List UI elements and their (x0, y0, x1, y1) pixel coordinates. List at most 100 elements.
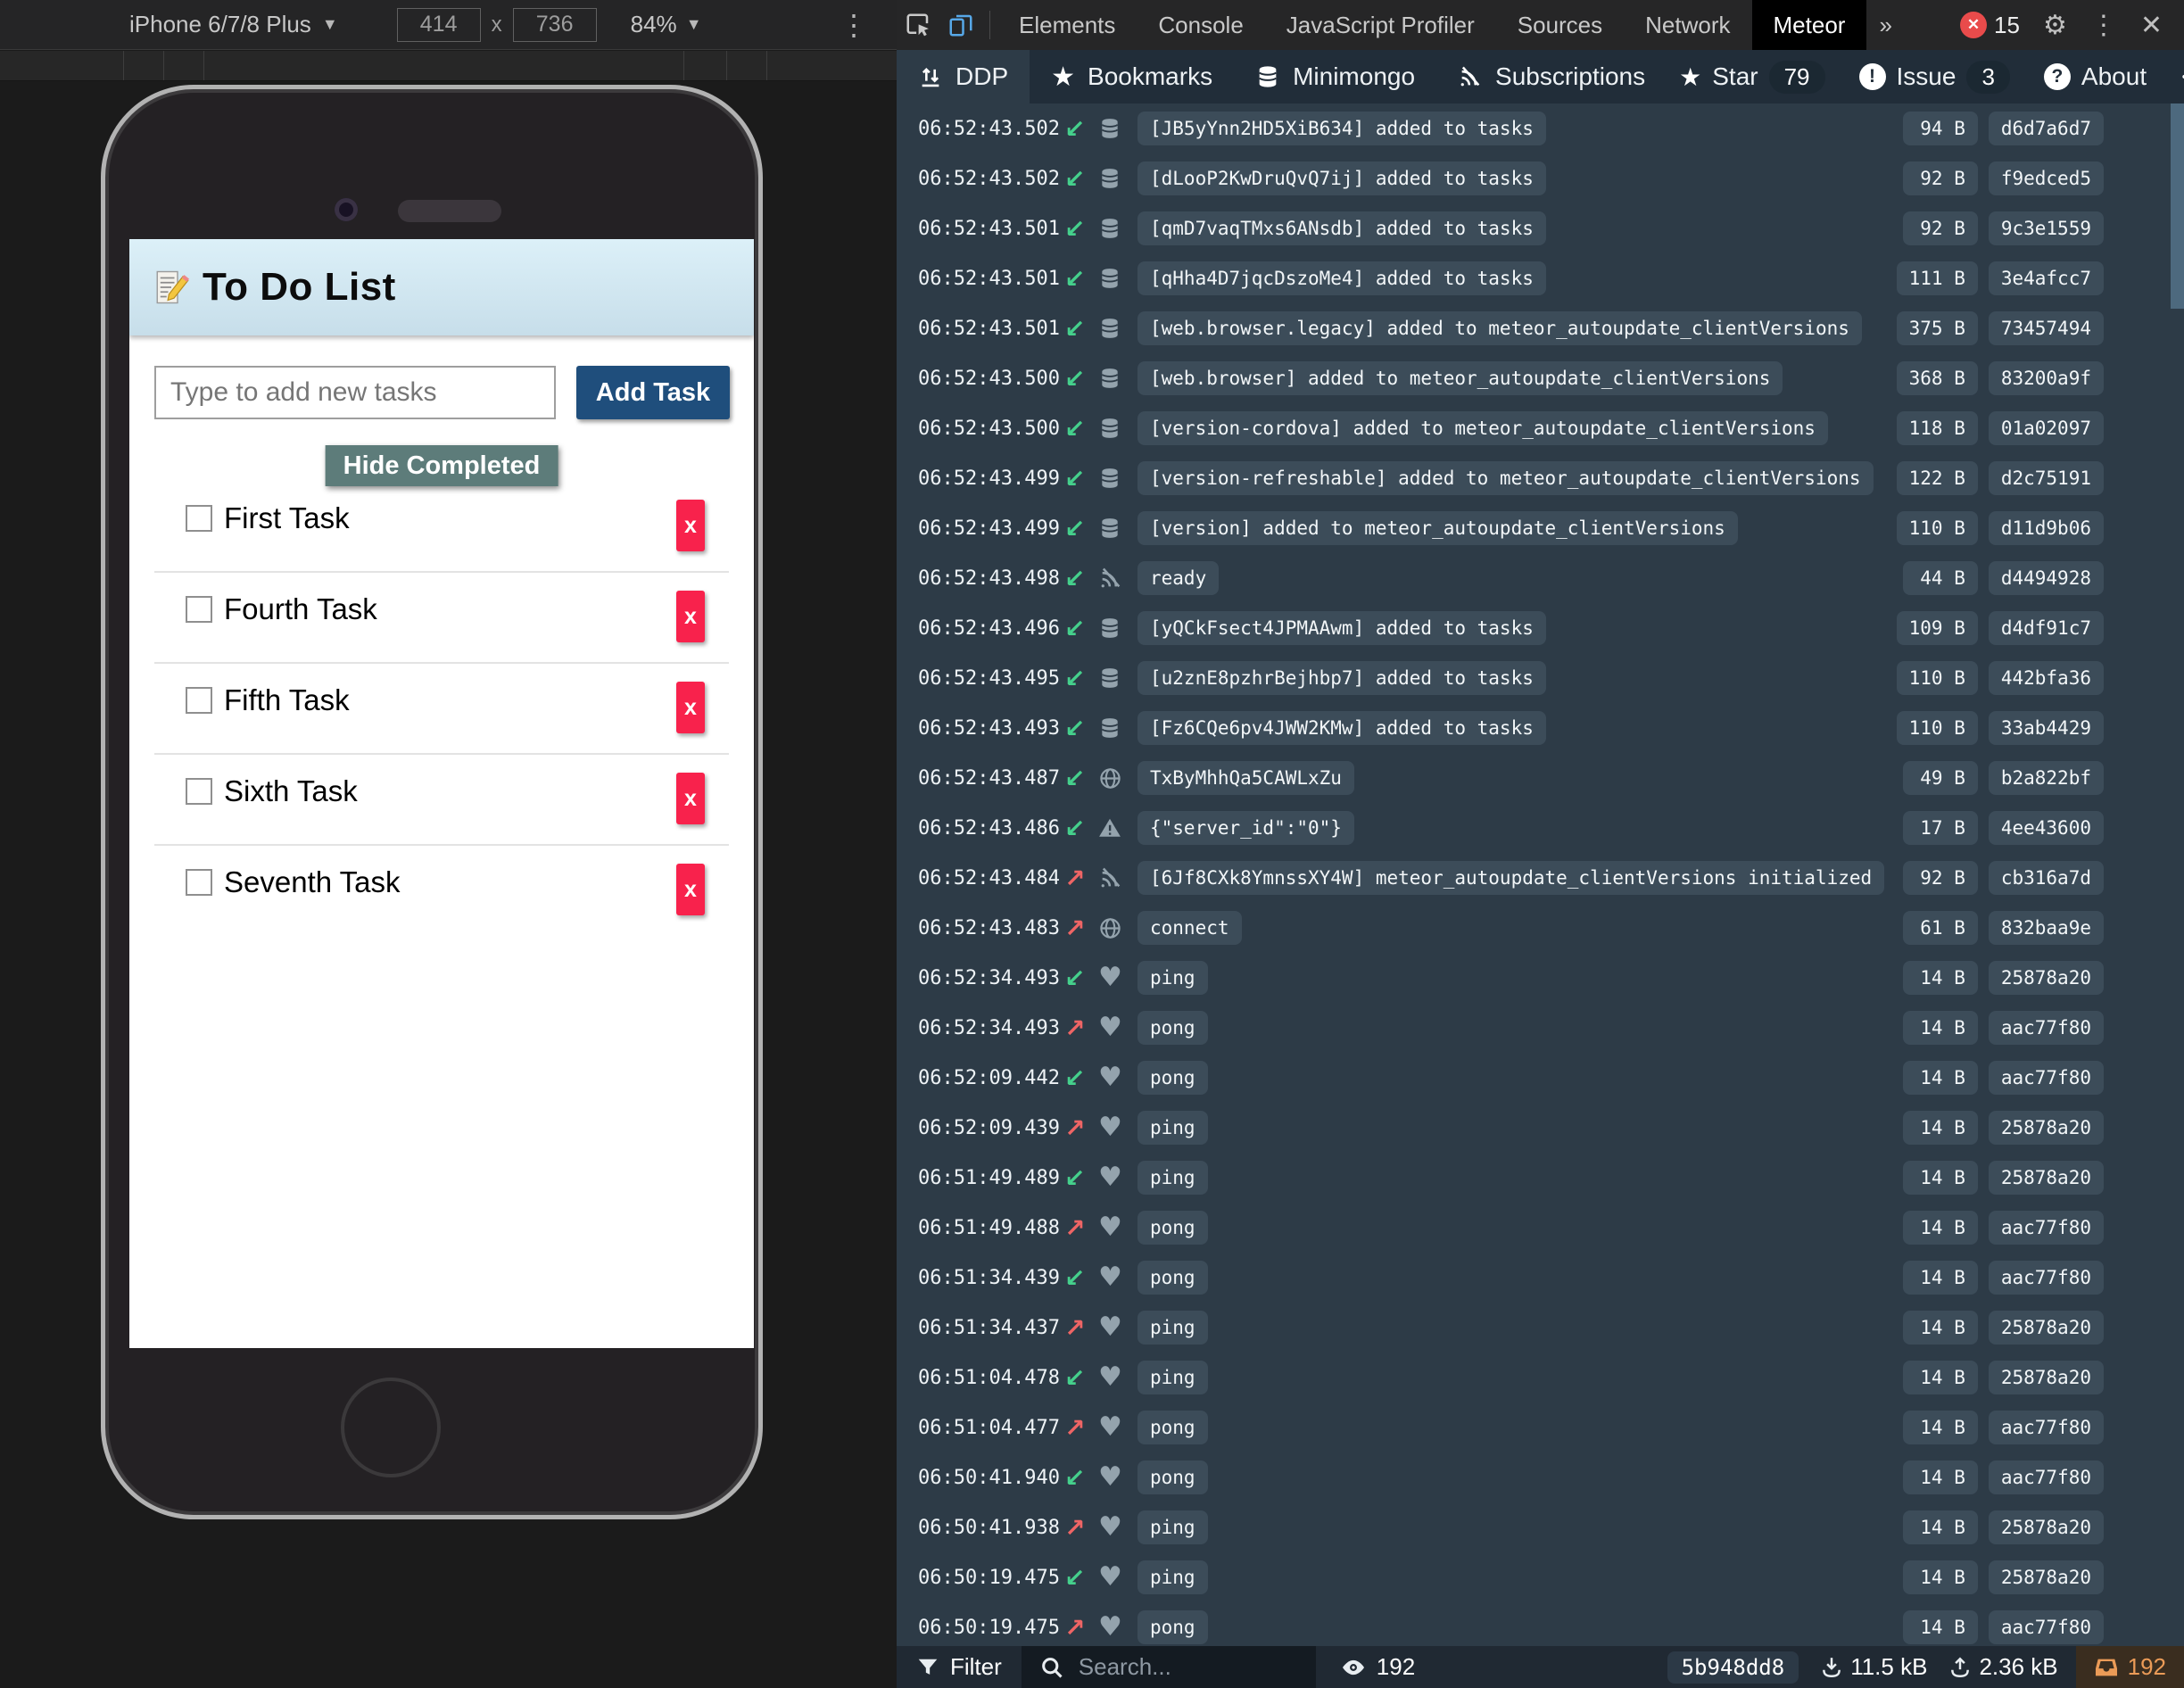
ddp-log-row[interactable]: 06:52:09.439↗♥ping14 B25878a20 (897, 1103, 2184, 1153)
message-chip[interactable]: ping (1138, 1161, 1208, 1195)
meteor-link-about[interactable]: ?About (2031, 62, 2159, 91)
meteor-tab-subscriptions[interactable]: Subscriptions (1436, 50, 1667, 103)
message-hash-chip[interactable]: 25878a20 (1989, 1161, 2104, 1195)
task-checkbox[interactable] (186, 687, 212, 714)
message-chip[interactable]: ping (1138, 1311, 1208, 1345)
ddp-log-row[interactable]: 06:52:43.495↙[u2znE8pzhrBejhbp7] added t… (897, 653, 2184, 703)
message-chip[interactable]: pong (1138, 1061, 1208, 1095)
ddp-log-row[interactable]: 06:52:43.496↙[yQCkFsect4JPMAAwm] added t… (897, 603, 2184, 653)
message-hash-chip[interactable]: 3e4afcc7 (1989, 261, 2104, 295)
message-hash-chip[interactable]: 25878a20 (1989, 1311, 2104, 1345)
ddp-log-row[interactable]: 06:52:43.493↙[Fz6CQe6pv4JWW2KMw] added t… (897, 703, 2184, 753)
ddp-log-row[interactable]: 06:52:43.502↙[dLooP2KwDruQvQ7ij] added t… (897, 153, 2184, 203)
add-task-button[interactable]: Add Task (576, 366, 730, 419)
ddp-log-row[interactable]: 06:50:19.475↙♥ping14 B25878a20 (897, 1552, 2184, 1602)
settings-gear-icon[interactable]: ⚙ (2043, 10, 2067, 41)
message-chip[interactable]: ready (1138, 561, 1219, 595)
tab-elements[interactable]: Elements (997, 0, 1137, 50)
message-chip[interactable]: [JB5yYnn2HD5XiB634] added to tasks (1138, 112, 1546, 145)
ddp-log-row[interactable]: 06:51:49.488↗♥pong14 Baac77f80 (897, 1203, 2184, 1253)
message-chip[interactable]: {"server_id":"0"} (1138, 811, 1354, 845)
meteor-link-star[interactable]: ★Star79 (1667, 61, 1837, 94)
hide-completed-button[interactable]: Hide Completed (326, 445, 558, 486)
message-chip[interactable]: ping (1138, 1111, 1208, 1145)
message-chip[interactable]: pong (1138, 1261, 1208, 1295)
ddp-log-row[interactable]: 06:51:49.489↙♥ping14 B25878a20 (897, 1153, 2184, 1203)
message-hash-chip[interactable]: 832baa9e (1989, 911, 2104, 945)
message-hash-chip[interactable]: 33ab4429 (1989, 711, 2104, 745)
message-hash-chip[interactable]: aac77f80 (1989, 1211, 2104, 1245)
ddp-log-row[interactable]: 06:52:34.493↗♥pong14 Baac77f80 (897, 1003, 2184, 1053)
ddp-log-row[interactable]: 06:52:43.486↙{"server_id":"0"}17 B4ee436… (897, 803, 2184, 853)
tab-console[interactable]: Console (1137, 0, 1264, 50)
ddp-log-row[interactable]: 06:52:43.500↙[web.browser] added to mete… (897, 353, 2184, 403)
message-hash-chip[interactable]: aac77f80 (1989, 1411, 2104, 1444)
message-chip[interactable]: [u2znE8pzhrBejhbp7] added to tasks (1138, 661, 1546, 695)
ddp-log-row[interactable]: 06:52:43.501↙[web.browser.legacy] added … (897, 303, 2184, 353)
message-hash-chip[interactable]: 25878a20 (1989, 1510, 2104, 1544)
message-chip[interactable]: [version-refreshable] added to meteor_au… (1138, 461, 1874, 495)
ddp-log-row[interactable]: 06:50:41.938↗♥ping14 B25878a20 (897, 1502, 2184, 1552)
ddp-log-row[interactable]: 06:52:43.500↙[version-cordova] added to … (897, 403, 2184, 453)
device-toggle-icon[interactable] (939, 0, 982, 50)
message-chip[interactable]: TxByMhhQa5CAWLxZu (1138, 761, 1354, 795)
tab-meteor[interactable]: Meteor (1752, 0, 1867, 50)
task-checkbox[interactable] (186, 778, 212, 805)
message-hash-chip[interactable]: 4ee43600 (1989, 811, 2104, 845)
message-hash-chip[interactable]: aac77f80 (1989, 1610, 2104, 1644)
more-tabs-icon[interactable]: » (1866, 12, 1904, 39)
ddp-log-row[interactable]: 06:51:34.437↗♥ping14 B25878a20 (897, 1303, 2184, 1353)
message-hash-chip[interactable]: f9edced5 (1989, 161, 2104, 195)
message-hash-chip[interactable]: aac77f80 (1989, 1011, 2104, 1045)
meteor-link-community[interactable]: Community (2168, 62, 2184, 91)
message-chip[interactable]: [web.browser.legacy] added to meteor_aut… (1138, 311, 1862, 345)
ddp-log-row[interactable]: 06:50:19.475↗♥pong14 Baac77f80 (897, 1602, 2184, 1646)
message-hash-chip[interactable]: aac77f80 (1989, 1460, 2104, 1494)
message-chip[interactable]: [version] added to meteor_autoupdate_cli… (1138, 511, 1738, 545)
message-hash-chip[interactable]: d6d7a6d7 (1989, 112, 2104, 145)
buffered-messages-section[interactable]: 192 (2076, 1646, 2184, 1688)
message-hash-chip[interactable]: aac77f80 (1989, 1261, 2104, 1295)
ddp-log-row[interactable]: 06:52:43.499↙[version-refreshable] added… (897, 453, 2184, 503)
message-hash-chip[interactable]: 01a02097 (1989, 411, 2104, 445)
tab-network[interactable]: Network (1624, 0, 1751, 50)
message-chip[interactable]: pong (1138, 1411, 1208, 1444)
device-width-input[interactable]: 414 (397, 8, 481, 42)
ddp-log-row[interactable]: 06:52:34.493↙♥ping14 B25878a20 (897, 953, 2184, 1003)
message-hash-chip[interactable]: aac77f80 (1989, 1061, 2104, 1095)
search-input[interactable] (1077, 1652, 1277, 1682)
message-chip[interactable]: [qmD7vaqTMxs6ANsdb] added to tasks (1138, 211, 1546, 245)
message-hash-chip[interactable]: 83200a9f (1989, 361, 2104, 395)
delete-task-button[interactable]: x (676, 591, 705, 642)
message-chip[interactable]: [Fz6CQe6pv4JWW2KMw] added to tasks (1138, 711, 1546, 745)
message-chip[interactable]: ping (1138, 1510, 1208, 1544)
ddp-log-row[interactable]: 06:52:43.501↙[qHha4D7jqcDszoMe4] added t… (897, 253, 2184, 303)
message-hash-chip[interactable]: 442bfa36 (1989, 661, 2104, 695)
tab-javascript-profiler[interactable]: JavaScript Profiler (1265, 0, 1496, 50)
message-hash-chip[interactable]: d4df91c7 (1989, 611, 2104, 645)
ddp-log-row[interactable]: 06:50:41.940↙♥pong14 Baac77f80 (897, 1452, 2184, 1502)
task-checkbox[interactable] (186, 505, 212, 532)
message-chip[interactable]: [web.browser] added to meteor_autoupdate… (1138, 361, 1783, 395)
message-hash-chip[interactable]: 25878a20 (1989, 961, 2104, 995)
delete-task-button[interactable]: x (676, 500, 705, 551)
message-chip[interactable]: pong (1138, 1011, 1208, 1045)
message-chip[interactable]: ping (1138, 961, 1208, 995)
zoom-select[interactable]: 84% ▼ (631, 11, 702, 38)
ddp-log-row[interactable]: 06:51:04.478↙♥ping14 B25878a20 (897, 1353, 2184, 1403)
message-hash-chip[interactable]: 25878a20 (1989, 1111, 2104, 1145)
task-checkbox[interactable] (186, 596, 212, 623)
message-chip[interactable]: pong (1138, 1460, 1208, 1494)
message-hash-chip[interactable]: cb316a7d (1989, 861, 2104, 895)
message-hash-chip[interactable]: 25878a20 (1989, 1560, 2104, 1594)
meteor-link-issue[interactable]: !Issue3 (1847, 61, 2023, 94)
message-chip[interactable]: [yQCkFsect4JPMAAwm] added to tasks (1138, 611, 1546, 645)
scrollbar-thumb[interactable] (2171, 103, 2184, 309)
session-id-chip[interactable]: 5b948dd8 (1667, 1651, 1799, 1684)
ddp-log-row[interactable]: 06:52:43.499↙[version] added to meteor_a… (897, 503, 2184, 553)
meteor-tab-minimongo[interactable]: Minimongo (1234, 50, 1436, 103)
meteor-tab-ddp[interactable]: DDP (897, 50, 1030, 103)
ddp-log-row[interactable]: 06:52:43.501↙[qmD7vaqTMxs6ANsdb] added t… (897, 203, 2184, 253)
message-hash-chip[interactable]: d4494928 (1989, 561, 2104, 595)
message-chip[interactable]: pong (1138, 1211, 1208, 1245)
